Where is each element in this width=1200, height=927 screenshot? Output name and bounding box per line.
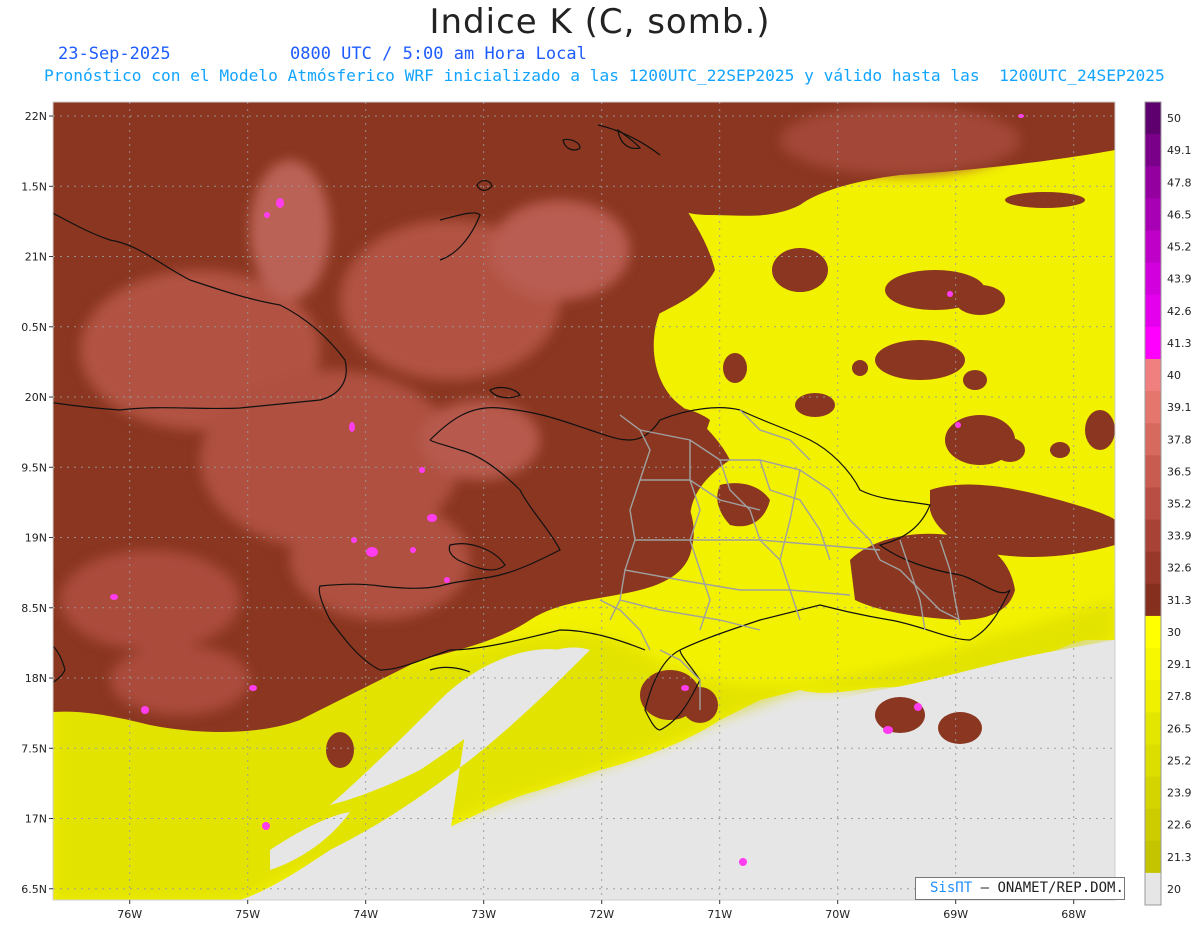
lat-tick-label: 7.5N bbox=[21, 742, 47, 755]
legend-swatch bbox=[1145, 583, 1161, 617]
map-title: Indice K (C, somb.) bbox=[429, 2, 771, 42]
legend-label: 40 bbox=[1167, 369, 1181, 382]
k-index-field bbox=[53, 102, 1115, 900]
legend-swatch bbox=[1145, 519, 1161, 553]
legend-label: 42.6 bbox=[1167, 305, 1192, 318]
legend-label: 25.2 bbox=[1167, 754, 1192, 767]
legend-label: 43.9 bbox=[1167, 273, 1192, 286]
legend-label: 41.3 bbox=[1167, 337, 1192, 350]
legend-label: 31.3 bbox=[1167, 594, 1192, 607]
legend-label: 35.2 bbox=[1167, 498, 1192, 511]
legend-swatch bbox=[1145, 872, 1161, 906]
lat-tick-label: 22N bbox=[25, 110, 47, 123]
lat-tick-label: 20N bbox=[25, 391, 47, 404]
forecast-date: 23-Sep-2025 bbox=[58, 44, 171, 64]
lat-tick-label: 18N bbox=[25, 672, 47, 685]
legend-label: 45.2 bbox=[1167, 241, 1192, 254]
lon-tick-label: 72W bbox=[589, 908, 614, 921]
legend-swatch bbox=[1145, 615, 1161, 649]
model-info: Pronóstico con el Modelo Atmósferico WRF… bbox=[44, 66, 1165, 85]
legend-swatch bbox=[1145, 776, 1161, 810]
legend-label: 23.9 bbox=[1167, 787, 1192, 800]
lon-tick-label: 74W bbox=[353, 908, 378, 921]
legend-swatch bbox=[1145, 230, 1161, 264]
legend-label: 20 bbox=[1167, 883, 1181, 896]
lat-tick-label: 17N bbox=[25, 813, 47, 826]
legend-swatch bbox=[1145, 455, 1161, 488]
legend-swatch bbox=[1145, 648, 1161, 681]
lon-tick-label: 75W bbox=[235, 908, 260, 921]
legend-swatch bbox=[1145, 198, 1161, 231]
legend-label: 21.3 bbox=[1167, 851, 1192, 864]
lat-tick-label: 0.5N bbox=[21, 321, 47, 334]
legend-label: 49.1 bbox=[1167, 144, 1192, 157]
lon-tick-label: 71W bbox=[707, 908, 732, 921]
legend-swatch bbox=[1145, 326, 1161, 360]
legend-swatch bbox=[1145, 262, 1161, 296]
legend-swatch bbox=[1145, 840, 1161, 874]
forecast-time: 0800 UTC / 5:00 am Hora Local bbox=[290, 44, 587, 64]
lat-tick-label: 19N bbox=[25, 532, 47, 545]
lon-tick-label: 70W bbox=[825, 908, 850, 921]
legend-label: 22.6 bbox=[1167, 819, 1192, 832]
lon-tick-label: 69W bbox=[943, 908, 968, 921]
credit-box: SisПT – ONAMET/REP.DOM. bbox=[915, 877, 1125, 900]
lon-tick-label: 76W bbox=[117, 908, 142, 921]
legend-label: 47.8 bbox=[1167, 176, 1192, 189]
legend-swatch bbox=[1145, 551, 1161, 585]
legend-swatch bbox=[1145, 294, 1161, 328]
map-figure: 22N 1.5N 21N 0.5N 20N 9.5N 19N 8.5N 18N 7.5N 17N 6.… bbox=[21, 101, 1192, 921]
legend-label: 36.5 bbox=[1167, 465, 1192, 478]
lat-tick-label: 8.5N bbox=[21, 602, 47, 615]
legend-swatch bbox=[1145, 744, 1161, 778]
legend-swatch bbox=[1145, 358, 1161, 392]
legend-swatch bbox=[1145, 391, 1161, 424]
lat-tick-label: 1.5N bbox=[21, 180, 47, 193]
lon-tick-label: 68W bbox=[1061, 908, 1086, 921]
longitude-axis: 76W 75W 74W 73W 72W 71W 70W 69W 68W bbox=[117, 900, 1086, 921]
legend-swatch bbox=[1145, 712, 1161, 745]
legend-swatch bbox=[1145, 680, 1161, 713]
legend-label: 39.1 bbox=[1167, 401, 1192, 414]
lat-tick-label: 21N bbox=[25, 251, 47, 264]
legend-swatch bbox=[1145, 102, 1161, 135]
sispi-logo: SisПT bbox=[930, 880, 973, 896]
credit-org: – ONAMET/REP.DOM. bbox=[972, 880, 1124, 896]
legend-label: 33.9 bbox=[1167, 530, 1192, 543]
legend-label: 30 bbox=[1167, 626, 1181, 639]
legend-swatch bbox=[1145, 808, 1161, 842]
legend-swatch bbox=[1145, 166, 1161, 199]
legend-label: 37.8 bbox=[1167, 433, 1192, 446]
legend-swatch bbox=[1145, 423, 1161, 456]
legend-label: 29.1 bbox=[1167, 658, 1192, 671]
lat-tick-label: 6.5N bbox=[21, 883, 47, 896]
lat-tick-label: 9.5N bbox=[21, 461, 47, 474]
legend-label: 32.6 bbox=[1167, 562, 1192, 575]
color-legend: 50 49.1 47.8 46.5 45.2 43.9 42.6 41.3 40 39.1 37.8… bbox=[1144, 101, 1192, 906]
legend-label: 50 bbox=[1167, 112, 1181, 125]
legend-label: 27.8 bbox=[1167, 690, 1192, 703]
legend-swatch bbox=[1145, 487, 1161, 521]
legend-label: 26.5 bbox=[1167, 722, 1192, 735]
lon-tick-label: 73W bbox=[471, 908, 496, 921]
legend-label: 46.5 bbox=[1167, 208, 1192, 221]
latitude-axis: 22N 1.5N 21N 0.5N 20N 9.5N 19N 8.5N 18N 7.5N 17N 6.… bbox=[21, 110, 53, 896]
legend-swatch bbox=[1145, 134, 1161, 167]
